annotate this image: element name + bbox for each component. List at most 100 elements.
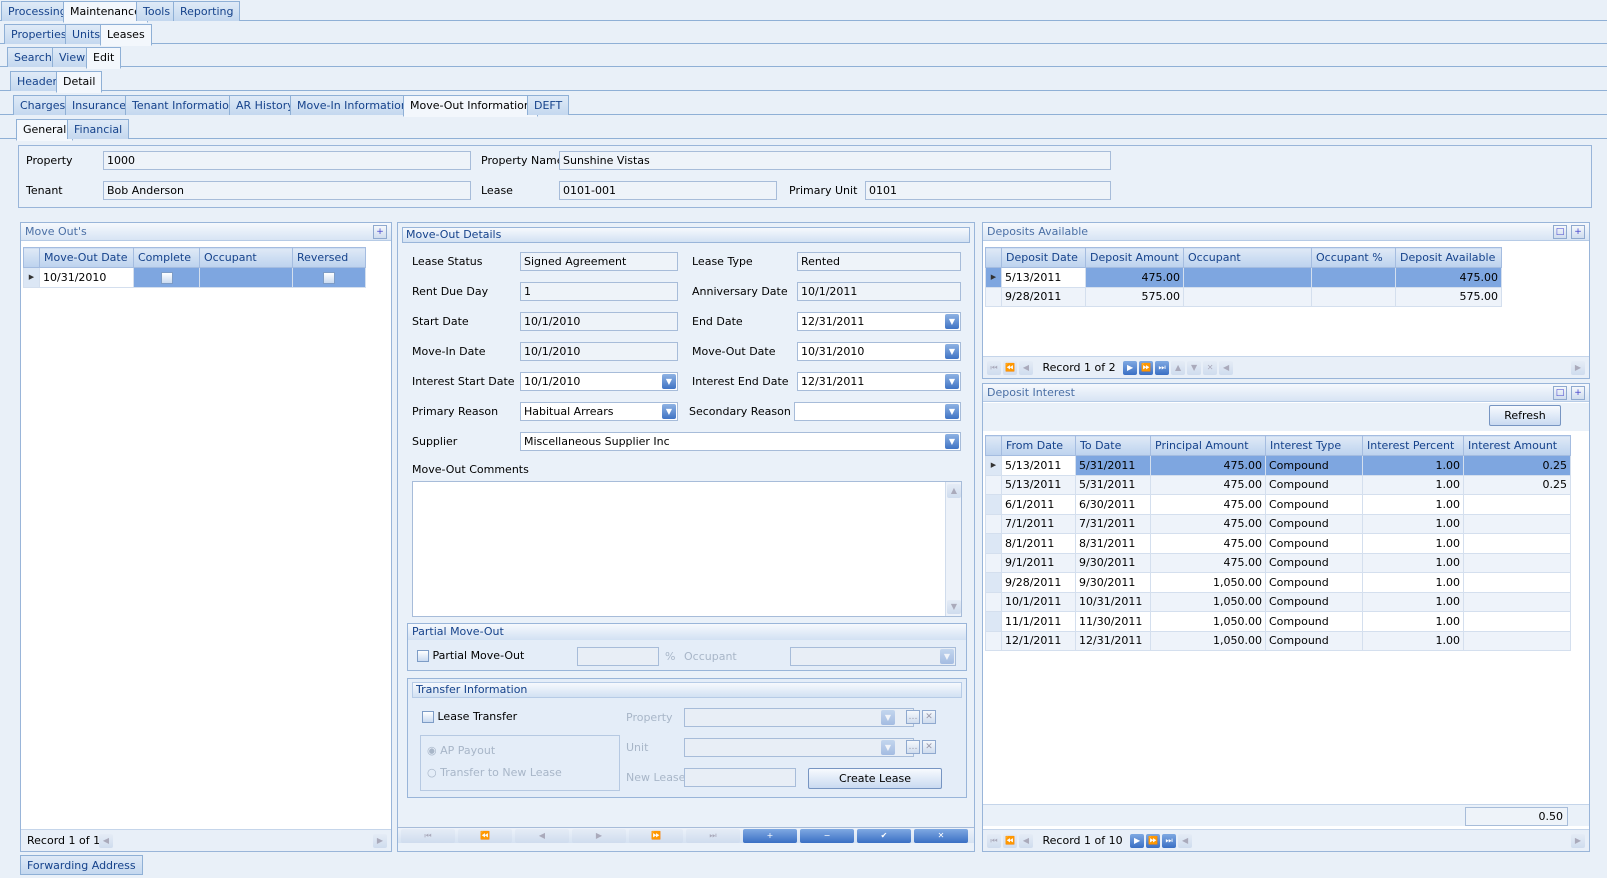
tab-leases[interactable]: Leases [100, 24, 152, 46]
move-out-comments-textarea[interactable]: ▲ ▼ [412, 481, 962, 617]
interest-end-date-field[interactable]: 12/31/2011 ▼ [797, 372, 961, 391]
prev-page-icon[interactable]: ⏪ [1003, 361, 1017, 375]
primary-unit-field[interactable]: 0101 [865, 181, 1111, 200]
add-icon[interactable]: + [743, 829, 797, 843]
interest-type-cell[interactable]: Compound [1265, 455, 1363, 476]
col-occupant[interactable]: Occupant [199, 247, 293, 268]
chevron-down-icon[interactable]: ▼ [945, 374, 959, 389]
window-icon[interactable]: □ [1553, 225, 1567, 239]
interest-percent-cell[interactable]: 1.00 [1362, 552, 1464, 573]
table-row[interactable]: 7/1/2011 7/31/2011 475.00 Compound 1.00 [985, 513, 1571, 534]
create-lease-button[interactable]: Create Lease [808, 768, 942, 789]
scroll-left-icon[interactable]: ◀ [99, 834, 113, 848]
expand-icon[interactable]: + [1571, 386, 1585, 400]
interest-type-cell[interactable]: Compound [1265, 552, 1363, 573]
deposit-amount-cell[interactable]: 575.00 [1085, 286, 1184, 307]
chevron-down-icon[interactable]: ▼ [940, 649, 954, 664]
principal-amount-cell[interactable]: 1,050.00 [1150, 591, 1266, 612]
deposit-available-cell[interactable]: 475.00 [1395, 267, 1502, 288]
table-row[interactable]: 12/1/2011 12/31/2011 1,050.00 Compound 1.00 [985, 630, 1571, 651]
interest-percent-cell[interactable]: 1.00 [1362, 533, 1464, 554]
tab-financial[interactable]: Financial [67, 119, 130, 139]
occupant-cell[interactable] [1183, 286, 1312, 307]
last-record-icon[interactable]: ⏭ [686, 829, 740, 843]
interest-type-cell[interactable]: Compound [1265, 630, 1363, 651]
from-date-cell[interactable]: 12/1/2011 [1001, 630, 1076, 651]
principal-amount-cell[interactable]: 475.00 [1150, 533, 1266, 554]
from-date-cell[interactable]: 5/13/2011 [1001, 455, 1076, 476]
anniversary-date-field[interactable]: 10/1/2011 [797, 282, 961, 301]
chevron-down-icon[interactable]: ▼ [881, 740, 895, 755]
tab-detail[interactable]: Detail [56, 71, 103, 93]
interest-type-cell[interactable]: Compound [1265, 513, 1363, 534]
first-record-icon[interactable]: ⏮ [987, 834, 1001, 848]
col-deposit-amount[interactable]: Deposit Amount [1085, 247, 1184, 268]
interest-amount-cell[interactable] [1463, 630, 1571, 651]
occupant-cell[interactable] [199, 267, 293, 288]
tab-deft[interactable]: DEFT [527, 95, 570, 115]
from-date-cell[interactable]: 11/1/2011 [1001, 611, 1076, 632]
to-date-cell[interactable]: 12/31/2011 [1075, 630, 1151, 651]
to-date-cell[interactable]: 6/30/2011 [1075, 494, 1151, 515]
interest-type-cell[interactable]: Compound [1265, 572, 1363, 593]
to-date-cell[interactable]: 9/30/2011 [1075, 572, 1151, 593]
rent-due-day-field[interactable]: 1 [520, 282, 678, 301]
tab-tenant-information[interactable]: Tenant Information [125, 95, 243, 115]
deposit-date-cell[interactable]: 5/13/2011 [1001, 267, 1086, 288]
table-row[interactable]: 9/1/2011 9/30/2011 475.00 Compound 1.00 [985, 552, 1571, 573]
interest-type-cell[interactable]: Compound [1265, 533, 1363, 554]
move-up-icon[interactable]: ▲ [1171, 361, 1186, 375]
from-date-cell[interactable]: 10/1/2011 [1001, 591, 1076, 612]
next-page-icon[interactable]: ⏩ [1146, 834, 1161, 848]
prev-page-icon[interactable]: ⏪ [1003, 834, 1017, 848]
from-date-cell[interactable]: 7/1/2011 [1001, 513, 1076, 534]
scroll-left-icon[interactable]: ◀ [1219, 361, 1234, 375]
next-page-icon[interactable]: ⏩ [629, 829, 683, 843]
lease-field[interactable]: 0101-001 [559, 181, 777, 200]
prev-record-icon[interactable]: ◀ [1019, 834, 1033, 848]
to-date-cell[interactable]: 8/31/2011 [1075, 533, 1151, 554]
chevron-down-icon[interactable]: ▼ [945, 314, 959, 329]
tab-forwarding-address[interactable]: Forwarding Address [20, 855, 143, 875]
col-interest-percent[interactable]: Interest Percent [1362, 435, 1464, 456]
supplier-select[interactable]: Miscellaneous Supplier Inc ▼ [520, 432, 961, 451]
partial-percent-field[interactable] [577, 647, 659, 666]
window-icon[interactable]: □ [1553, 386, 1567, 400]
col-reversed[interactable]: Reversed [292, 247, 366, 268]
property-field[interactable]: 1000 [103, 151, 471, 170]
interest-start-date-field[interactable]: 10/1/2010 ▼ [520, 372, 678, 391]
table-row[interactable]: 11/1/2011 11/30/2011 1,050.00 Compound 1.00 [985, 611, 1571, 632]
interest-percent-cell[interactable]: 1.00 [1362, 572, 1464, 593]
table-row[interactable]: 10/1/2011 10/31/2011 1,050.00 Compound 1.00 [985, 591, 1571, 612]
interest-amount-cell[interactable] [1463, 513, 1571, 534]
interest-type-cell[interactable]: Compound [1265, 591, 1363, 612]
principal-amount-cell[interactable]: 1,050.00 [1150, 630, 1266, 651]
next-page-icon[interactable]: ⏩ [1139, 361, 1154, 375]
chevron-down-icon[interactable]: ▼ [881, 710, 895, 725]
col-move-out-date[interactable]: Move-Out Date [39, 247, 134, 268]
complete-cell[interactable] [133, 267, 200, 288]
property-name-field[interactable]: Sunshine Vistas [559, 151, 1111, 170]
table-row[interactable]: 9/28/2011 575.00 575.00 [985, 286, 1502, 307]
expand-icon[interactable]: + [1571, 225, 1585, 239]
occupant-percent-cell[interactable] [1311, 267, 1396, 288]
col-occupant-percent[interactable]: Occupant % [1311, 247, 1396, 268]
interest-type-cell[interactable]: Compound [1265, 494, 1363, 515]
secondary-reason-select[interactable]: ▼ [794, 402, 961, 421]
cancel-x-icon[interactable]: ✕ [914, 829, 968, 843]
tab-charges[interactable]: Charges [13, 95, 73, 115]
chevron-down-icon[interactable]: ▼ [662, 404, 676, 419]
scroll-down-icon[interactable]: ▼ [947, 600, 961, 614]
tab-tools[interactable]: Tools [136, 1, 178, 21]
tab-move-in-information[interactable]: Move-In Information [290, 95, 415, 115]
first-record-icon[interactable]: ⏮ [401, 829, 455, 843]
end-date-field[interactable]: 12/31/2011 ▼ [797, 312, 961, 331]
principal-amount-cell[interactable]: 475.00 [1150, 513, 1266, 534]
move-in-date-field[interactable]: 10/1/2010 [520, 342, 678, 361]
prev-record-icon[interactable]: ◀ [515, 829, 569, 843]
interest-amount-cell[interactable] [1463, 572, 1571, 593]
move-out-date-field[interactable]: 10/31/2010 ▼ [797, 342, 961, 361]
to-date-cell[interactable]: 10/31/2011 [1075, 591, 1151, 612]
new-lease-field[interactable] [684, 768, 796, 787]
tenant-field[interactable]: Bob Anderson [103, 181, 471, 200]
